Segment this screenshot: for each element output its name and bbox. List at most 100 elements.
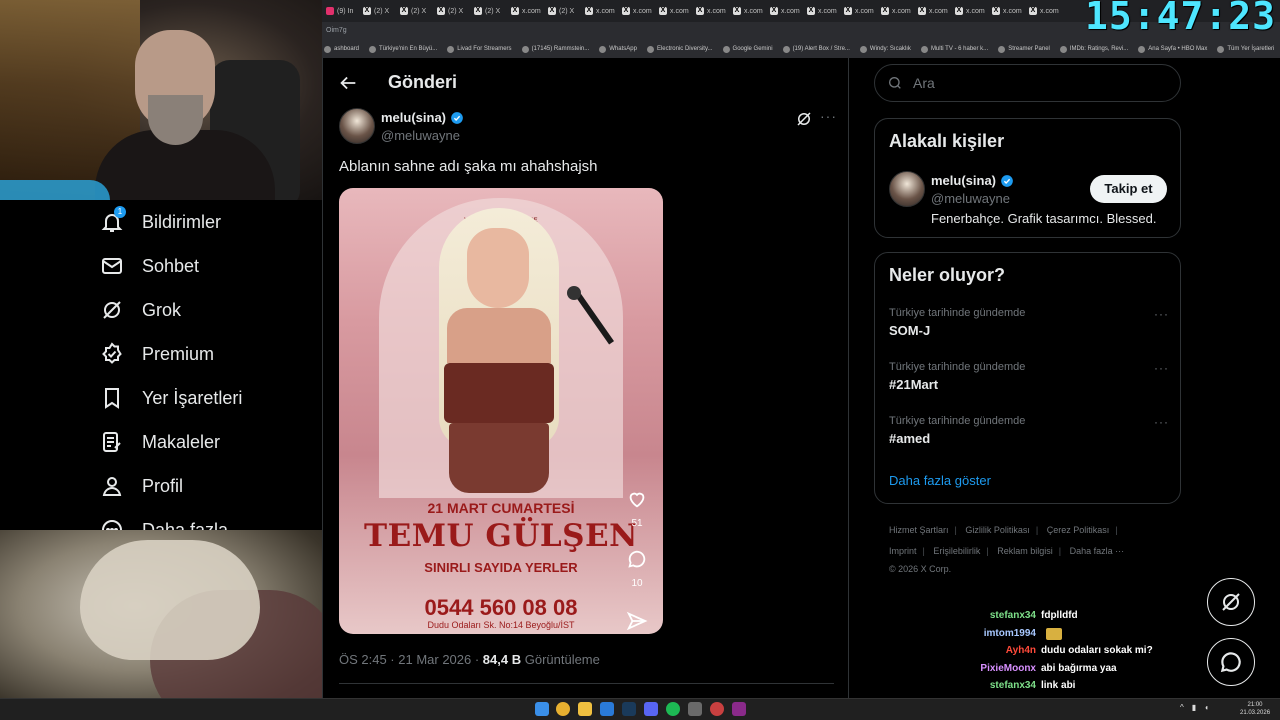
start-icon[interactable] xyxy=(535,702,549,716)
volume-icon[interactable]: ◖ xyxy=(1204,703,1209,712)
all-bookmarks[interactable]: Tüm Yer İşaretleri xyxy=(1217,45,1280,53)
footer-link[interactable]: Gizlilik Politikası xyxy=(965,525,1030,535)
bookmark-item[interactable]: IMDb: Ratings, Revi... xyxy=(1059,45,1128,53)
search-input[interactable]: Ara xyxy=(874,64,1181,102)
nav-item-articles[interactable]: Makaleler xyxy=(100,430,220,454)
bookmark-item[interactable]: Windy: Sıcaklık xyxy=(859,45,911,53)
bookmark-item[interactable]: Multi TV - 6 haber k... xyxy=(920,45,988,53)
stream-clock: 15:47:23 xyxy=(1084,0,1276,38)
bookmark-item[interactable]: WhatsApp xyxy=(599,45,637,53)
bookmark-item[interactable]: Google Gemini xyxy=(722,45,773,53)
poster-top xyxy=(444,363,554,423)
nav-item-premium[interactable]: Premium xyxy=(100,342,214,366)
browser-tab[interactable]: Xx.com xyxy=(507,0,544,22)
author-name-row[interactable]: melu(sina) xyxy=(381,110,464,125)
related-handle[interactable]: @meluwayne xyxy=(931,191,1010,206)
browser-tab[interactable]: Xx.com xyxy=(988,0,1025,22)
mail-icon xyxy=(102,258,122,274)
browser-tab[interactable]: Xx.com xyxy=(618,0,655,22)
bookmark-item[interactable]: (19) Alert Box / Stre... xyxy=(782,45,850,53)
chevron-up-icon[interactable]: ^ xyxy=(1180,703,1184,712)
nav-item-grok[interactable]: Grok xyxy=(100,298,181,322)
nav-item-notifications[interactable]: 1 Bildirimler xyxy=(100,206,221,234)
taskbar-clock[interactable]: 21:00 21.03.2026 xyxy=(1240,701,1270,717)
nav-item-profile[interactable]: Profil xyxy=(100,474,183,498)
trend-more-icon[interactable]: ··· xyxy=(1154,307,1169,321)
spotify-icon[interactable] xyxy=(666,702,680,716)
send-icon[interactable] xyxy=(626,610,648,632)
browser-tab[interactable]: (9) In xyxy=(322,0,359,22)
browser-tab[interactable]: X (2) X xyxy=(396,0,433,22)
author-avatar[interactable] xyxy=(339,108,375,144)
chrome-icon[interactable] xyxy=(556,702,570,716)
trend-item[interactable]: Türkiye tarihinde gündemde #21Mart ··· xyxy=(889,361,1169,392)
back-arrow-icon[interactable] xyxy=(337,72,359,94)
comment-icon[interactable] xyxy=(626,548,648,570)
folder-icon[interactable] xyxy=(578,702,592,716)
post-more-icon[interactable]: ··· xyxy=(820,108,837,124)
browser-tab[interactable]: X (2) X xyxy=(359,0,396,22)
browser-tab[interactable]: Xx.com xyxy=(803,0,840,22)
footer-link[interactable]: Reklam bilgisi xyxy=(997,546,1053,556)
bookmark-item[interactable]: Livad For Streamers xyxy=(447,45,512,53)
post-header: Gönderi xyxy=(323,58,850,108)
app-icon[interactable] xyxy=(688,702,702,716)
browser-tab[interactable]: Xx.com xyxy=(840,0,877,22)
chat-emote-icon xyxy=(1046,627,1062,640)
browser-tab[interactable]: Xx.com xyxy=(1025,0,1062,22)
obs-icon[interactable] xyxy=(710,702,724,716)
browser-tab[interactable]: Xx.com xyxy=(951,0,988,22)
app-icon[interactable] xyxy=(732,702,746,716)
bookmark-item[interactable]: Türkiye'nin En Büyü... xyxy=(369,45,437,53)
author-handle[interactable]: @meluwayne xyxy=(381,128,460,143)
related-avatar[interactable] xyxy=(889,171,925,207)
browser-tab[interactable]: X (2) X xyxy=(433,0,470,22)
x-icon: X xyxy=(474,7,482,15)
bookmark-item[interactable]: Electronic Diversity... xyxy=(646,45,713,53)
footer-link[interactable]: Erişilebilirlik xyxy=(933,546,980,556)
trends-title: Neler oluyor? xyxy=(889,265,1006,285)
browser-tab[interactable]: X (2) X xyxy=(470,0,507,22)
chat-message: Ayh4n dudu odaları sokak mi? xyxy=(900,645,1200,663)
related-name-row[interactable]: melu(sina) xyxy=(931,173,1014,188)
post-timestamp[interactable]: ÖS 2:45 · 21 Mar 2026 · xyxy=(339,652,483,667)
browser-tab[interactable]: Xx.com xyxy=(914,0,951,22)
trend-context: Türkiye tarihinde gündemde xyxy=(889,307,1026,319)
footer-link[interactable]: Daha fazla ··· xyxy=(1070,546,1125,556)
browser-tab[interactable]: X (2) X xyxy=(544,0,581,22)
show-more-link[interactable]: Daha fazla göster xyxy=(889,473,991,488)
tab-label: x.com xyxy=(744,7,763,15)
nav-label-chat: Sohbet xyxy=(142,255,200,276)
app-icon[interactable] xyxy=(600,702,614,716)
bookmark-item[interactable]: Streamer Panel xyxy=(998,45,1050,53)
follow-button[interactable]: Takip et xyxy=(1090,175,1167,203)
system-tray[interactable]: ^ ▮ ◖ xyxy=(1180,703,1209,712)
heart-icon[interactable] xyxy=(626,488,648,510)
browser-tab[interactable]: Xx.com xyxy=(877,0,914,22)
bookmark-item[interactable]: ashboard xyxy=(324,45,359,53)
nav-item-bookmarks[interactable]: Yer İşaretleri xyxy=(100,386,242,410)
footer-link[interactable]: Çerez Politikası xyxy=(1047,525,1110,535)
bookmark-item[interactable]: Ana Sayfa • HBO Max xyxy=(1138,45,1207,53)
footer-link[interactable]: Imprint xyxy=(889,546,917,556)
trend-more-icon[interactable]: ··· xyxy=(1154,415,1169,429)
steam-icon[interactable] xyxy=(622,702,636,716)
trend-item[interactable]: Türkiye tarihinde gündemde #amed ··· xyxy=(889,415,1169,446)
browser-tab[interactable]: Xx.com xyxy=(729,0,766,22)
trend-item[interactable]: Türkiye tarihinde gündemde SOM-J ··· xyxy=(889,307,1169,338)
discord-icon[interactable] xyxy=(644,702,658,716)
browser-tab[interactable]: Xx.com xyxy=(655,0,692,22)
bookmark-item[interactable]: (17145) Rammstein... xyxy=(521,45,589,53)
network-icon[interactable]: ▮ xyxy=(1192,703,1196,712)
grok-fab[interactable] xyxy=(1207,578,1255,626)
browser-tab[interactable]: Xx.com xyxy=(692,0,729,22)
browser-tab[interactable]: Xx.com xyxy=(581,0,618,22)
poster-skirt xyxy=(449,423,549,493)
grok-explain-icon[interactable] xyxy=(795,110,813,128)
post-image[interactable]: YENİ NESİL MEYHANE 21 MART CUMARTESİ TEM… xyxy=(339,188,663,634)
footer-link[interactable]: Hizmet Şartları xyxy=(889,525,949,535)
browser-tab[interactable]: Xx.com xyxy=(766,0,803,22)
messages-fab[interactable] xyxy=(1207,638,1255,686)
nav-item-chat[interactable]: Sohbet xyxy=(100,254,199,278)
trend-more-icon[interactable]: ··· xyxy=(1154,361,1169,375)
